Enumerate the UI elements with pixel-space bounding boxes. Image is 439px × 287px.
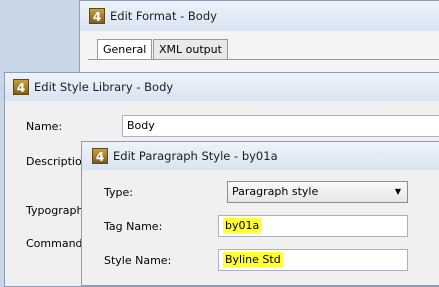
app-icon: 4: [13, 79, 29, 95]
app-icon: 4: [89, 8, 105, 24]
style-name-value: Byline Std: [223, 252, 283, 267]
tab-label: General: [103, 43, 147, 56]
tag-name-label: Tag Name:: [104, 220, 163, 233]
tab-xml-output[interactable]: XML output: [153, 39, 228, 60]
type-label: Type:: [104, 186, 133, 199]
tag-name-value: by01a: [223, 218, 262, 233]
window-title: Edit Paragraph Style - by01a: [113, 149, 278, 163]
app-icon: 4: [92, 148, 108, 164]
tab-general[interactable]: General: [97, 39, 153, 60]
style-library-titlebar[interactable]: 4 Edit Style Library - Body: [5, 73, 439, 101]
style-name-field[interactable]: Byline Std: [218, 249, 408, 271]
paragraph-style-titlebar[interactable]: 4 Edit Paragraph Style - by01a: [82, 142, 439, 170]
type-select[interactable]: Paragraph style ▼: [227, 181, 408, 203]
tag-name-field[interactable]: by01a: [218, 215, 408, 237]
name-field-value: Body: [127, 119, 155, 132]
window-title: Edit Format - Body: [110, 9, 217, 23]
edit-format-titlebar[interactable]: 4 Edit Format - Body: [80, 1, 439, 31]
command-label: Command: [26, 237, 83, 250]
description-label: Descriptio: [26, 155, 82, 168]
name-field[interactable]: Body: [122, 115, 439, 137]
chevron-down-icon: ▼: [394, 187, 401, 196]
window-title: Edit Style Library - Body: [34, 80, 174, 94]
style-name-label: Style Name:: [104, 254, 172, 267]
name-label: Name:: [26, 120, 63, 133]
tab-panel-border: [88, 59, 439, 60]
typography-label: Typograph: [26, 204, 84, 217]
paragraph-style-window: 4 Edit Paragraph Style - by01a Type: Par…: [81, 141, 439, 286]
type-select-value: Paragraph style: [232, 185, 319, 198]
tab-label: XML output: [159, 43, 222, 56]
